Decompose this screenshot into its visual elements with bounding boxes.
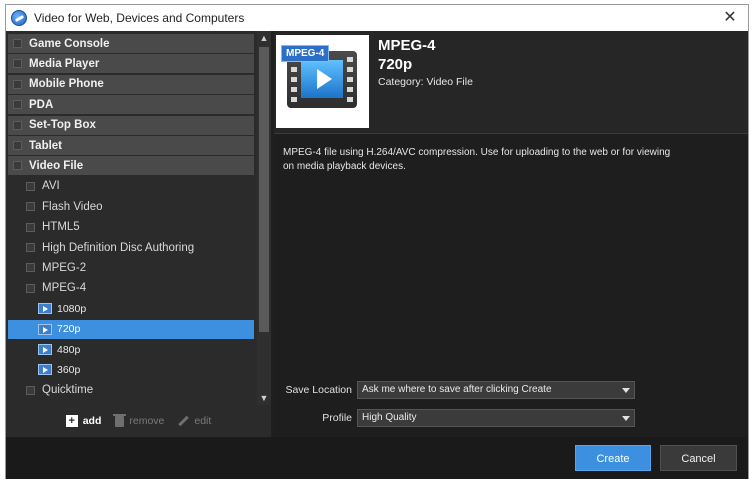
expand-toggle-icon[interactable] <box>26 202 35 212</box>
dialog-window: Video for Web, Devices and Computers ✕ G… <box>5 4 749 479</box>
tree-item-label: Game Console <box>29 37 110 50</box>
trash-icon <box>113 413 127 427</box>
preset-tree: Game Console Media Player Mobile Phone PDA S… <box>6 31 256 405</box>
tree-item-label: 480p <box>57 343 81 356</box>
close-button[interactable]: ✕ <box>720 8 740 28</box>
preset-thumbnail: MPEG-4 <box>276 35 369 128</box>
scroll-thumb[interactable] <box>259 47 269 332</box>
scroll-up-arrow-icon[interactable]: ▲ <box>257 31 271 45</box>
tree-item-label: 1080p <box>57 302 87 315</box>
tree-item-label: MPEG-2 <box>42 261 87 274</box>
add-label: add <box>82 415 102 427</box>
tree-item-label: 360p <box>57 363 81 376</box>
tree-item-label: Flash Video <box>42 200 103 213</box>
tree-category-item[interactable]: Mobile Phone <box>8 74 254 94</box>
preset-description: MPEG-4 file using H.264/AVC compression.… <box>283 147 671 172</box>
tree-format-item[interactable]: MPEG-4 <box>8 279 254 298</box>
chevron-down-icon <box>622 388 630 393</box>
plus-icon: + <box>65 415 78 427</box>
save-location-row: Save Location Ask me where to save after… <box>274 380 748 400</box>
expand-toggle-icon[interactable] <box>26 222 35 232</box>
profile-value: High Quality <box>362 412 417 423</box>
video-preset-icon <box>38 303 52 315</box>
expand-toggle-icon[interactable] <box>13 141 22 150</box>
tree-preset-item[interactable]: 720p <box>8 319 254 339</box>
format-badge: MPEG-4 <box>281 45 330 62</box>
tree-item-label: Media Player <box>29 57 100 70</box>
tree-category-item[interactable]: PDA <box>8 95 254 115</box>
video-preset-icon <box>38 344 52 355</box>
film-holes-right <box>347 57 353 103</box>
profile-row: Profile High Quality <box>274 408 748 428</box>
expand-toggle-icon[interactable] <box>13 120 22 130</box>
profile-label: Profile <box>322 412 352 424</box>
tree-category-item[interactable]: Tablet <box>8 136 254 155</box>
tree-toolbar: + add remove edit <box>6 405 271 437</box>
tree-format-item[interactable]: High Definition Disc Authoring <box>8 238 254 257</box>
preset-details-panel: MPEG-4 MPEG-4 720p Category: Video File … <box>274 31 748 437</box>
profile-select[interactable]: High Quality <box>357 409 635 427</box>
tree-item-label: Video File <box>29 159 84 172</box>
dialog-footer: Create Cancel <box>6 437 748 479</box>
add-button[interactable]: + add <box>65 415 102 427</box>
tree-item-label: HTML5 <box>42 221 80 234</box>
title-bar: Video for Web, Devices and Computers ✕ <box>6 5 748 31</box>
save-location-label: Save Location <box>285 384 352 396</box>
preset-title: MPEG-4 <box>378 37 436 54</box>
remove-label: remove <box>129 415 165 427</box>
tree-format-item[interactable]: Flash Video <box>8 197 254 216</box>
cancel-button[interactable]: Cancel <box>660 445 737 471</box>
tree-format-item[interactable]: Quicktime <box>8 381 254 400</box>
play-icon <box>317 69 332 89</box>
tree-item-label: PDA <box>29 98 54 111</box>
expand-toggle-icon[interactable] <box>13 59 22 69</box>
preset-header: MPEG-4 MPEG-4 720p Category: Video File <box>274 31 748 134</box>
tree-format-item[interactable]: HTML5 <box>8 218 254 237</box>
pencil-icon <box>178 415 190 427</box>
edit-button[interactable]: edit <box>178 415 211 427</box>
create-button[interactable]: Create <box>575 445 651 471</box>
tree-scrollbar[interactable]: ▲ ▼ <box>257 31 271 405</box>
tree-item-label: Tablet <box>29 139 63 152</box>
tree-format-item[interactable]: AVI <box>8 177 254 196</box>
tree-preset-item[interactable]: 1080p <box>8 299 254 318</box>
preset-category: Category: Video File <box>378 76 473 88</box>
tree-item-label: 720p <box>57 323 81 336</box>
tree-item-label: MPEG-4 <box>42 282 87 295</box>
expand-toggle-icon[interactable] <box>26 385 35 395</box>
video-preset-icon <box>38 364 52 376</box>
tree-format-item[interactable]: MPEG-2 <box>8 258 254 277</box>
tree-item-label: High Definition Disc Authoring <box>42 241 195 254</box>
save-location-value: Ask me where to save after clicking Crea… <box>362 384 552 395</box>
tree-preset-item[interactable]: 360p <box>8 360 254 379</box>
save-location-select[interactable]: Ask me where to save after clicking Crea… <box>357 381 635 399</box>
expand-toggle-icon[interactable] <box>13 39 22 48</box>
tree-item-label: Quicktime <box>42 384 94 397</box>
tree-item-label: AVI <box>42 180 60 193</box>
expand-toggle-icon[interactable] <box>13 100 22 110</box>
preset-resolution: 720p <box>378 56 413 73</box>
expand-toggle-icon[interactable] <box>13 79 22 89</box>
expand-toggle-icon[interactable] <box>26 243 35 252</box>
tree-item-label: Mobile Phone <box>29 78 104 91</box>
app-globe-icon <box>11 10 27 26</box>
preset-tree-panel: Game Console Media Player Mobile Phone PDA S… <box>6 31 271 405</box>
tree-category-item[interactable]: Game Console <box>8 34 254 53</box>
window-title: Video for Web, Devices and Computers <box>34 11 245 25</box>
tree-category-item[interactable]: Video File <box>8 156 254 176</box>
expand-toggle-icon[interactable] <box>26 181 35 191</box>
chevron-down-icon <box>622 416 630 421</box>
video-preset-icon <box>38 323 52 335</box>
tree-category-item[interactable]: Set-Top Box <box>8 115 254 135</box>
tree-category-item[interactable]: Media Player <box>8 54 254 74</box>
edit-label: edit <box>194 415 212 427</box>
expand-toggle-icon[interactable] <box>13 161 22 171</box>
scroll-down-arrow-icon[interactable]: ▼ <box>257 391 271 405</box>
remove-button[interactable]: remove <box>113 413 165 427</box>
tree-preset-item[interactable]: 480p <box>8 340 254 359</box>
expand-toggle-icon[interactable] <box>26 263 35 273</box>
tree-item-label: Set-Top Box <box>29 119 96 132</box>
film-holes-left <box>291 57 297 103</box>
expand-toggle-icon[interactable] <box>26 283 35 293</box>
